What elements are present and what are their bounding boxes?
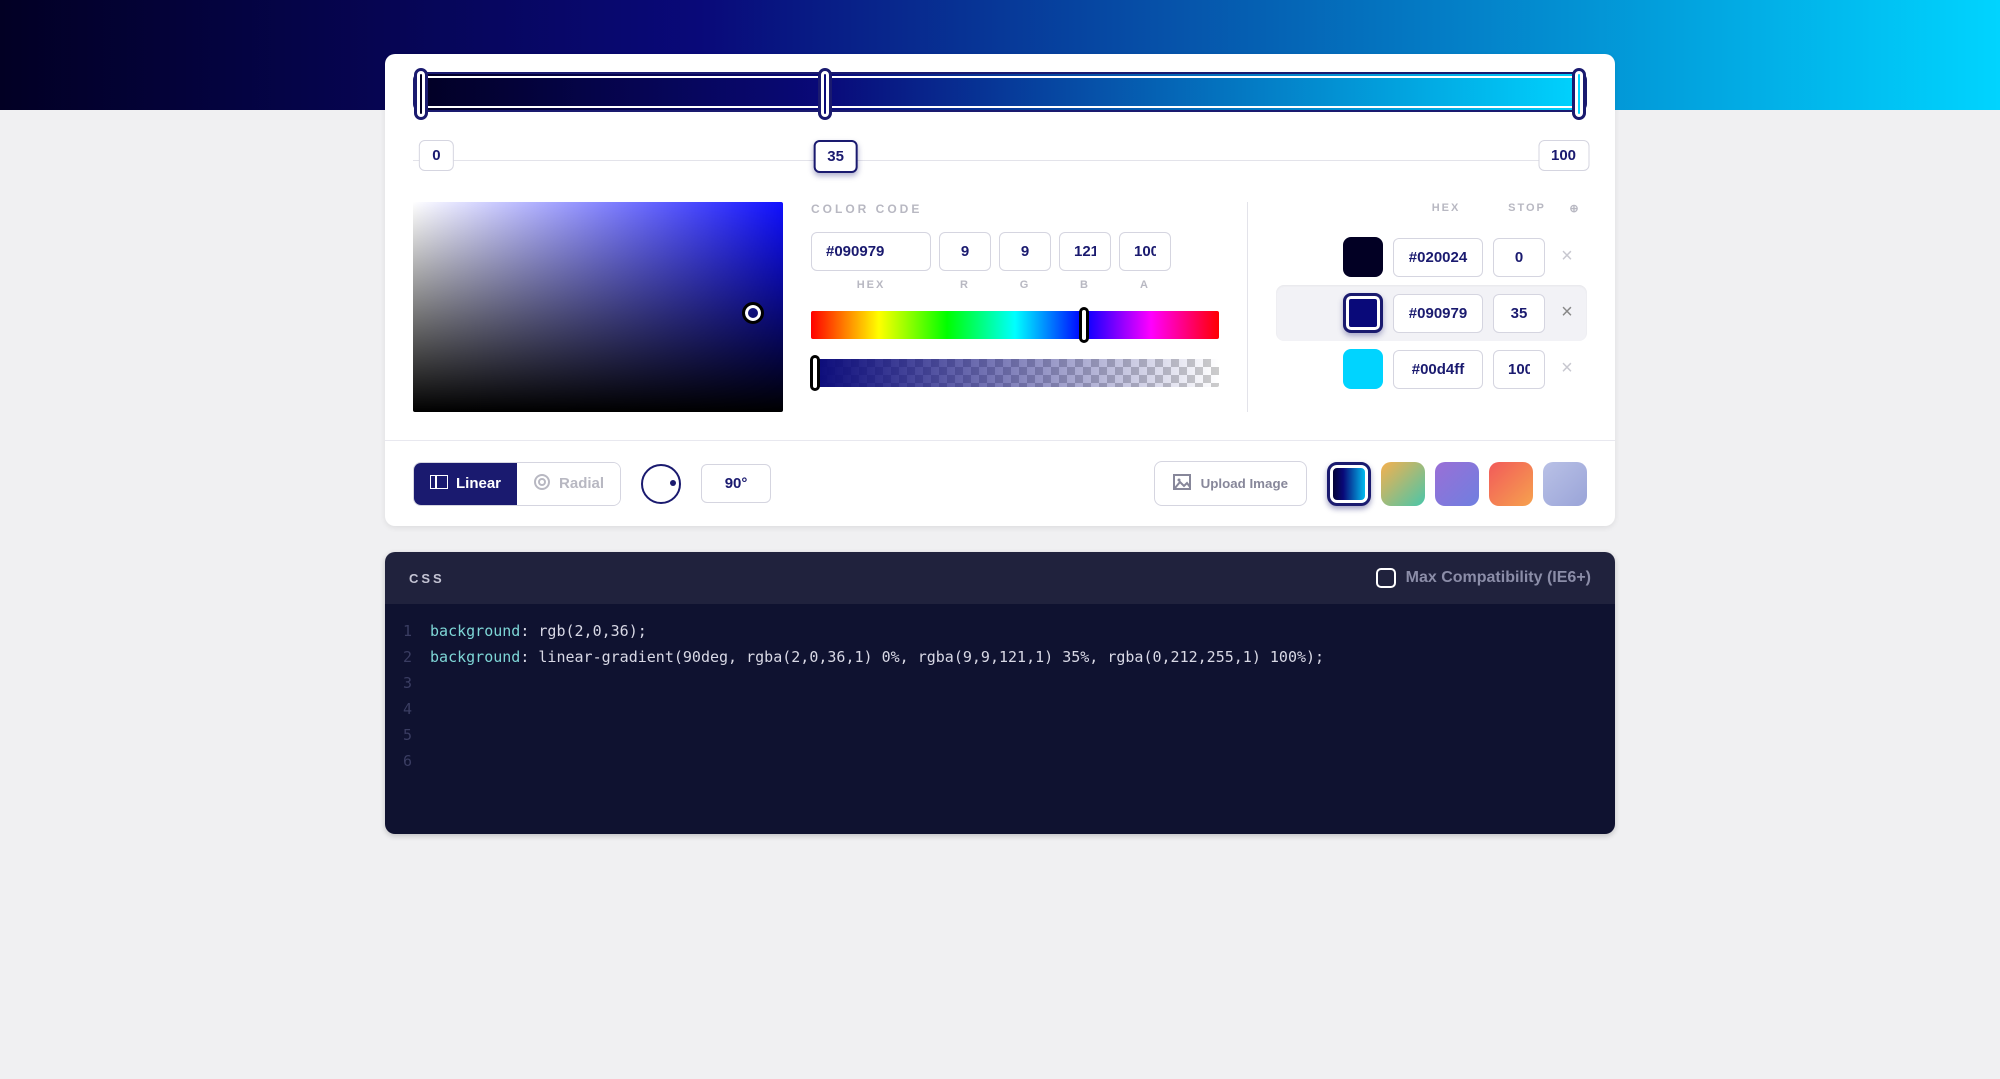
col-hex-label: HEX [1401,202,1491,215]
stop-pos-input[interactable] [1493,294,1545,333]
gradient-stop-thumb[interactable] [414,68,428,120]
stop-swatch[interactable] [1343,293,1383,333]
stop-position-row: 0 35 100 [413,130,1587,190]
radial-button[interactable]: Radial [517,463,620,505]
angle-dial[interactable] [641,464,681,504]
css-tab[interactable]: CSS [409,571,445,586]
b-input[interactable] [1059,232,1111,271]
preset-swatch[interactable] [1435,462,1479,506]
stop-pos-input[interactable] [1493,350,1545,389]
code-content[interactable]: background: rgb(2,0,36); background: lin… [430,618,1324,774]
stop-row[interactable]: × [1276,229,1587,285]
stop-pos-input[interactable] [1493,238,1545,277]
preset-swatch[interactable] [1489,462,1533,506]
a-input[interactable] [1119,232,1171,271]
r-input[interactable] [939,232,991,271]
col-stop-label: STOP [1501,202,1553,215]
gradient-bar-container [385,54,1615,112]
line-numbers: 123456 [385,618,430,774]
angle-input[interactable] [701,464,771,503]
image-icon [1173,474,1191,493]
stop-position-input[interactable]: 0 [419,140,453,171]
stop-swatch[interactable] [1343,237,1383,277]
preset-swatch[interactable] [1381,462,1425,506]
preset-swatch[interactable] [1543,462,1587,506]
stop-hex-input[interactable] [1393,238,1483,277]
channel-labels: HEX R G B A [811,279,1219,291]
stop-hex-input[interactable] [1393,294,1483,333]
stop-row[interactable]: × [1276,341,1587,397]
max-compat-toggle[interactable]: Max Compatibility (IE6+) [1376,568,1591,588]
sv-cursor[interactable] [745,305,761,321]
stop-hex-input[interactable] [1393,350,1483,389]
gradient-editor-card: 0 35 100 COLOR CODE HEX R G B A [385,54,1615,526]
hex-input[interactable] [811,232,931,271]
stops-list: HEX STOP ⊕ × × × [1247,202,1587,412]
gradient-stop-thumb[interactable] [818,68,832,120]
g-input[interactable] [999,232,1051,271]
checkbox-icon[interactable] [1376,568,1396,588]
hue-slider[interactable] [811,311,1219,339]
preset-list [1327,462,1587,506]
close-icon[interactable]: × [1555,301,1579,325]
saturation-value-picker[interactable] [413,202,783,412]
stop-position-input[interactable]: 35 [813,140,858,173]
upload-image-button[interactable]: Upload Image [1154,461,1307,506]
gradient-bar[interactable] [413,72,1587,112]
alpha-thumb[interactable] [810,355,820,391]
stop-position-input[interactable]: 100 [1538,140,1589,171]
alpha-slider[interactable] [811,359,1219,387]
radial-icon [533,473,551,495]
preset-swatch[interactable] [1327,462,1371,506]
hue-thumb[interactable] [1079,307,1089,343]
css-output-panel: CSS Max Compatibility (IE6+) 123456 back… [385,552,1615,834]
close-icon[interactable]: × [1555,357,1579,381]
close-icon[interactable]: × [1555,245,1579,269]
add-stop-icon[interactable]: ⊕ [1563,202,1587,215]
linear-button[interactable]: Linear [414,463,517,505]
color-code-label: COLOR CODE [811,202,1219,216]
gradient-stop-thumb[interactable] [1572,68,1586,120]
stop-row[interactable]: × [1276,285,1587,341]
linear-icon [430,475,448,493]
stop-swatch[interactable] [1343,349,1383,389]
gradient-type-toggle: Linear Radial [413,462,621,506]
